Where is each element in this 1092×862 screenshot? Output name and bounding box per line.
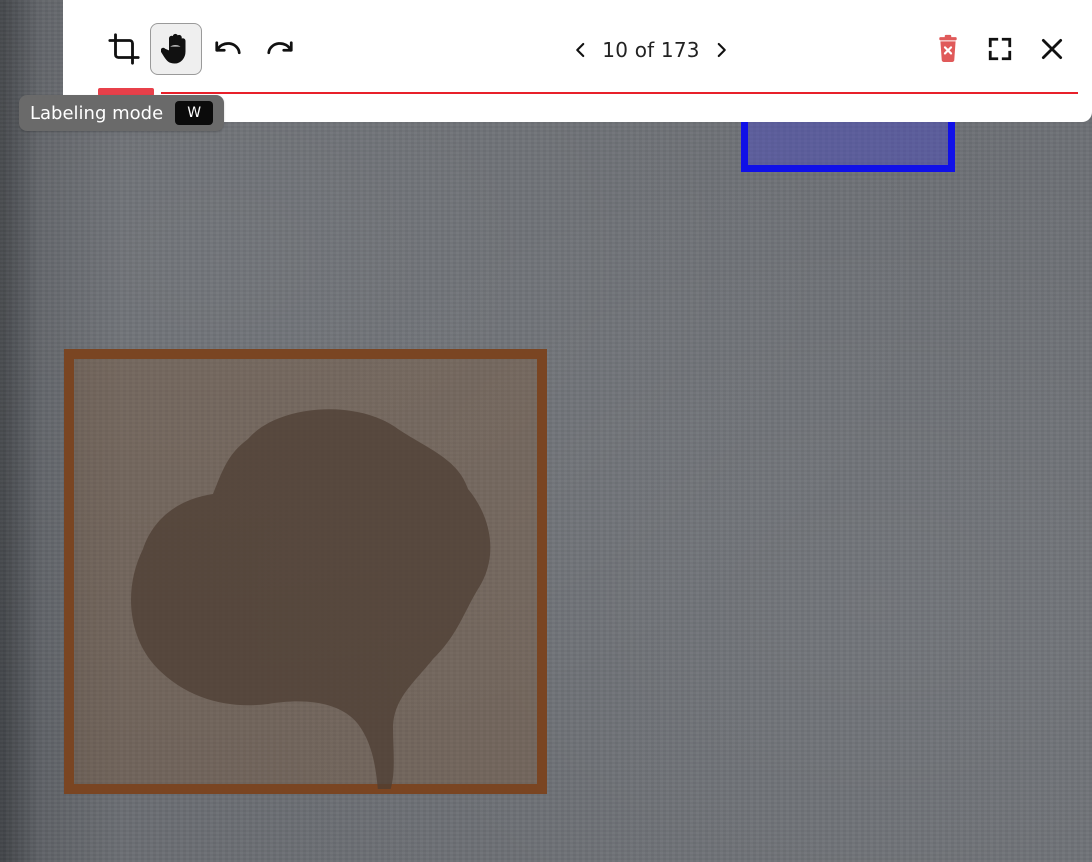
image-pager: 10 of 173 bbox=[566, 30, 736, 70]
stain-shape bbox=[131, 409, 491, 789]
labeling-mode-tooltip: Labeling mode W bbox=[19, 95, 225, 131]
bounding-box-brown[interactable] bbox=[64, 349, 547, 794]
delete-annotations-button[interactable] bbox=[922, 23, 974, 75]
undo-icon bbox=[215, 41, 241, 55]
redo-button[interactable] bbox=[254, 23, 306, 75]
close-icon bbox=[1041, 38, 1063, 60]
crop-button[interactable] bbox=[98, 23, 150, 75]
next-image-button[interactable] bbox=[706, 30, 736, 70]
fullscreen-button[interactable] bbox=[974, 23, 1026, 75]
shortcut-key-badge: W bbox=[175, 101, 214, 125]
fullscreen-icon bbox=[988, 37, 1012, 61]
close-button[interactable] bbox=[1026, 23, 1078, 75]
pan-mode-button[interactable] bbox=[150, 23, 202, 75]
undo-button[interactable] bbox=[202, 23, 254, 75]
crop-icon bbox=[108, 33, 140, 65]
page-indicator: 10 of 173 bbox=[602, 38, 700, 62]
previous-image-button[interactable] bbox=[566, 30, 596, 70]
redo-icon bbox=[267, 41, 293, 55]
hand-icon bbox=[161, 33, 186, 64]
chevron-right-icon bbox=[717, 42, 726, 58]
toolbar-accent-line bbox=[161, 92, 1078, 94]
trash-icon bbox=[939, 34, 957, 62]
chevron-left-icon bbox=[576, 42, 585, 58]
tooltip-label: Labeling mode bbox=[30, 102, 164, 124]
